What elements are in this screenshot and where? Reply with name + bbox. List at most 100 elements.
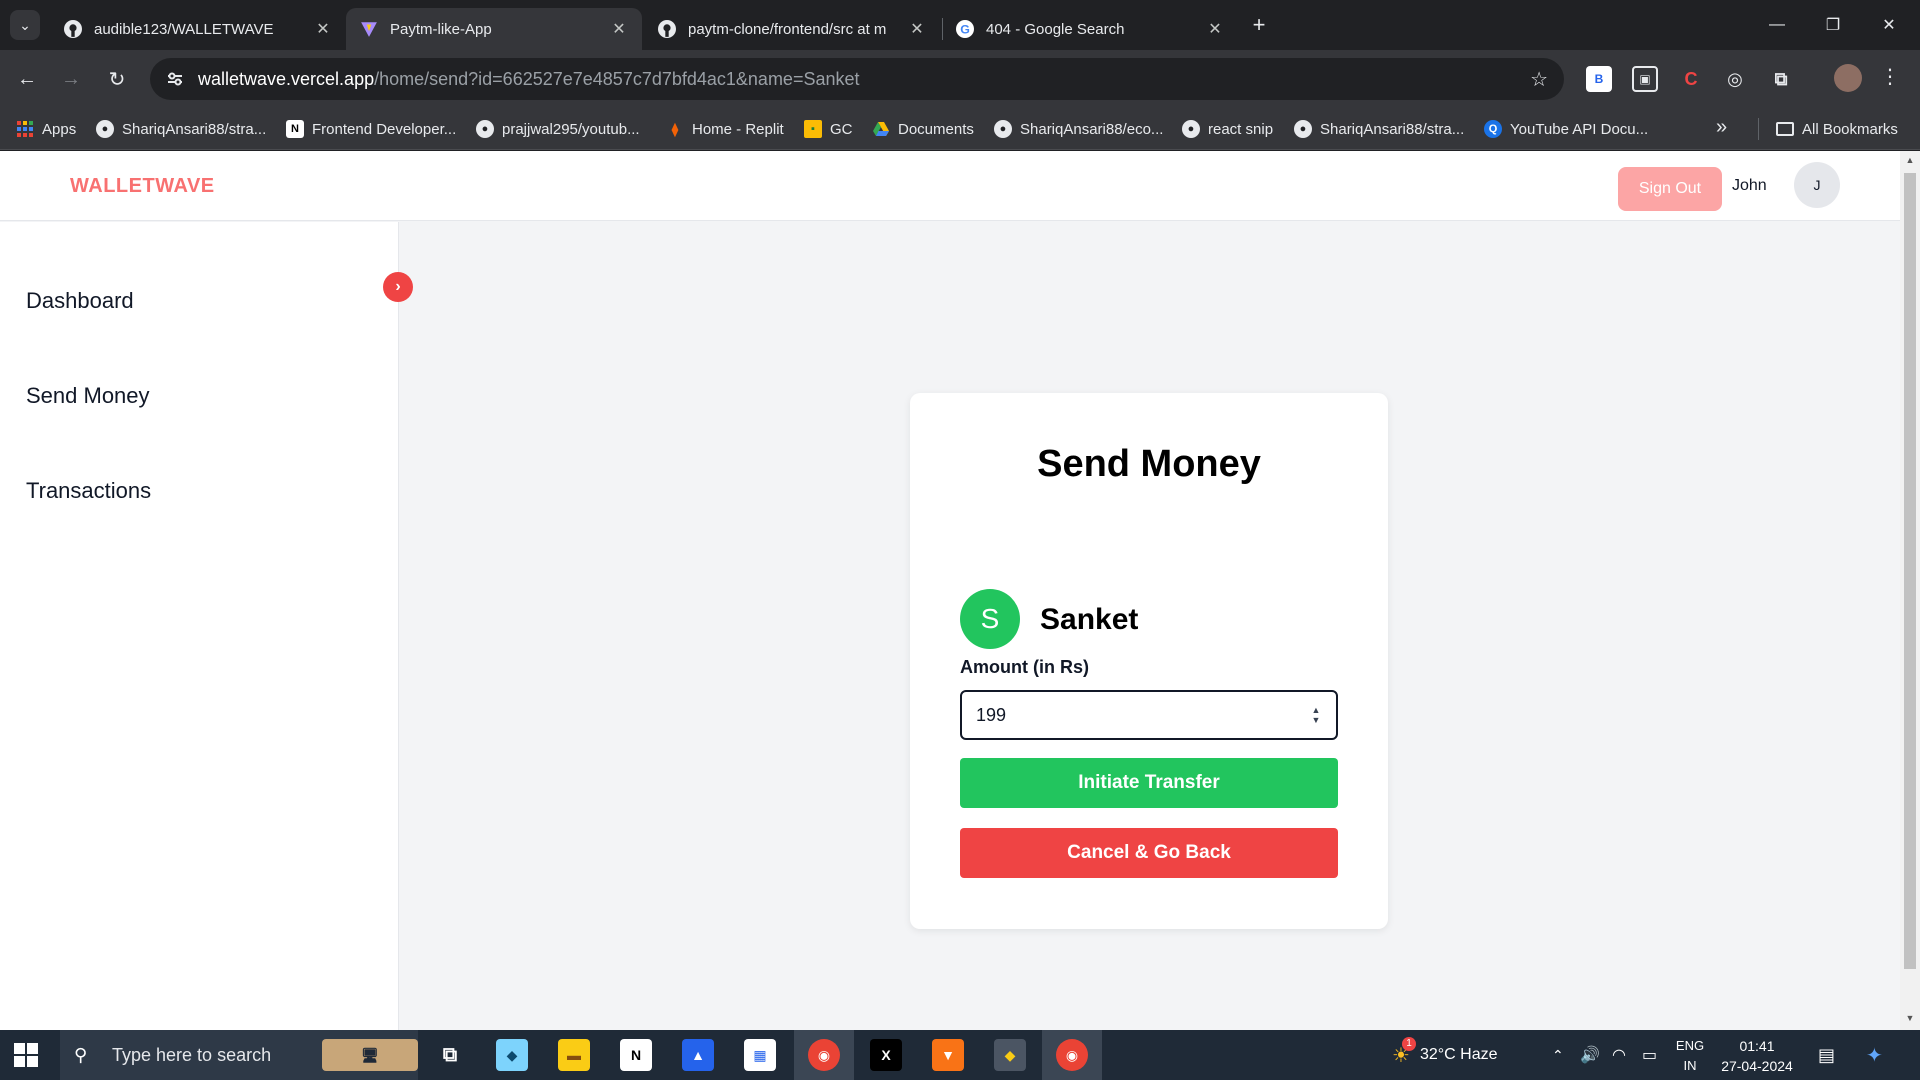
close-icon[interactable]: ✕: [610, 19, 628, 39]
bookmark-github-strapi[interactable]: ● ShariqAnsari88/stra...: [96, 108, 266, 150]
notifications-icon[interactable]: ▤: [1818, 1030, 1835, 1080]
bookmark-github-ecommerce[interactable]: ● ShariqAnsari88/eco...: [994, 108, 1163, 150]
bookmark-apps[interactable]: Apps: [16, 108, 76, 150]
sidebar-item-dashboard[interactable]: Dashboard: [26, 288, 134, 314]
tab-title: 404 - Google Search: [986, 20, 1125, 38]
recipient-name: Sanket: [1040, 603, 1139, 636]
chrome-icon[interactable]: ◉: [1056, 1039, 1088, 1071]
volume-icon[interactable]: 🔊: [1580, 1030, 1600, 1080]
bookmark-documents[interactable]: Documents: [872, 108, 974, 150]
task-view-icon[interactable]: ⧉: [434, 1039, 466, 1071]
notion-icon[interactable]: N: [620, 1039, 652, 1071]
bookmark-gc[interactable]: ▪ GC: [804, 108, 853, 150]
vite-icon: [360, 20, 378, 38]
app-icon[interactable]: ◆: [496, 1039, 528, 1071]
web-page: WALLETWAVE Sign Out John J Dashboard Sen…: [0, 151, 1920, 1030]
bookmark-github-strapi-2[interactable]: ● ShariqAnsari88/stra...: [1294, 108, 1464, 150]
search-icon: ⚲: [74, 1044, 88, 1065]
restore-button[interactable]: ❐: [1810, 8, 1856, 42]
clock-time: 01:41: [1739, 1038, 1775, 1054]
all-bookmarks[interactable]: All Bookmarks: [1776, 108, 1898, 150]
avatar[interactable]: J: [1794, 162, 1840, 208]
forward-button[interactable]: →: [54, 62, 88, 96]
scroll-up-icon[interactable]: ▲: [1904, 155, 1916, 165]
bookmark-star-icon[interactable]: ☆: [1530, 67, 1548, 92]
weather-widget[interactable]: ☀ 1 32°C Haze: [1392, 1030, 1497, 1080]
cancel-button[interactable]: Cancel & Go Back: [960, 828, 1338, 878]
sidebar-toggle-button[interactable]: ›: [383, 272, 413, 302]
url-path: /home/send?id=662527e7e4857c7d7bfd4ac1&n…: [374, 68, 860, 89]
sidebar-item-send-money[interactable]: Send Money: [26, 383, 150, 409]
x-twitter-icon[interactable]: X: [870, 1039, 902, 1071]
photos-icon[interactable]: ▲: [682, 1039, 714, 1071]
site-info-icon[interactable]: [164, 68, 186, 90]
arrow-left-icon: ←: [17, 67, 37, 90]
close-icon[interactable]: ✕: [1206, 19, 1224, 39]
tab-walletwave-repo[interactable]: audible123/WALLETWAVE ✕: [50, 8, 346, 50]
brave-icon[interactable]: ▼: [932, 1039, 964, 1071]
scrollbar-thumb[interactable]: [1904, 173, 1916, 969]
battery-icon[interactable]: ▭: [1642, 1030, 1657, 1080]
bitwarden-extension-icon[interactable]: B: [1586, 66, 1612, 92]
bookmark-react-snip[interactable]: ● react snip: [1182, 108, 1273, 150]
copilot-icon[interactable]: ✦: [1866, 1030, 1883, 1080]
tab-search-button[interactable]: ⌄: [10, 10, 40, 40]
number-spinner-icon[interactable]: ▲ ▼: [1310, 705, 1322, 725]
svg-text:G: G: [960, 23, 970, 37]
bookmark-github-youtube[interactable]: ● prajjwal295/youtub...: [476, 108, 640, 150]
back-button[interactable]: ←: [10, 62, 44, 96]
microsoft-store-icon[interactable]: ▦: [744, 1039, 776, 1071]
amount-input[interactable]: [960, 690, 1338, 740]
tab-paytm-like-app[interactable]: Paytm-like-App ✕: [346, 8, 642, 50]
git-icon[interactable]: ◆: [994, 1039, 1026, 1071]
bookmark-replit[interactable]: ⧫ Home - Replit: [666, 108, 784, 150]
chrome-icon[interactable]: ◉: [808, 1039, 840, 1071]
system-clock[interactable]: 01:41 27-04-2024: [1712, 1036, 1802, 1076]
bookmark-notion[interactable]: N Frontend Developer...: [286, 108, 456, 150]
chevron-up-icon[interactable]: ⌃: [1552, 1030, 1564, 1080]
windows-start-icon[interactable]: [14, 1043, 38, 1067]
target-extension-icon[interactable]: ◎: [1722, 66, 1748, 92]
github-icon: ●: [1294, 120, 1312, 138]
reload-button[interactable]: ↻: [100, 62, 134, 96]
language-indicator[interactable]: ENG IN: [1674, 1036, 1706, 1076]
bookmarks-divider: [1758, 118, 1759, 140]
github-icon: ●: [96, 120, 114, 138]
chrome-menu-icon[interactable]: ⋮: [1880, 64, 1900, 89]
initiate-transfer-button[interactable]: Initiate Transfer: [960, 758, 1338, 808]
page-scrollbar[interactable]: ▲ ▼: [1900, 151, 1920, 1030]
reload-icon: ↻: [108, 68, 126, 91]
close-icon[interactable]: ✕: [908, 19, 926, 39]
tab-google-search[interactable]: G 404 - Google Search ✕: [942, 8, 1238, 50]
picture-in-picture-extension-icon[interactable]: ▣: [1632, 66, 1658, 92]
colorzilla-extension-icon[interactable]: C: [1678, 66, 1704, 92]
search-placeholder: Type here to search: [112, 1044, 272, 1065]
search-highlight-icon[interactable]: 🖥: [322, 1039, 418, 1071]
sidebar-item-transactions[interactable]: Transactions: [26, 478, 151, 504]
chevron-double-right-icon[interactable]: »: [1716, 116, 1727, 139]
scroll-down-icon[interactable]: ▼: [1904, 1013, 1916, 1023]
brand-logo[interactable]: WALLETWAVE: [70, 175, 215, 198]
address-bar[interactable]: walletwave.vercel.app/home/send?id=66252…: [150, 58, 1564, 100]
sign-out-button[interactable]: Sign Out: [1618, 167, 1722, 211]
bookmark-label: Home - Replit: [692, 120, 784, 138]
all-bookmarks-label: All Bookmarks: [1802, 120, 1898, 138]
new-tab-button[interactable]: +: [1246, 12, 1272, 38]
tab-paytm-clone-src[interactable]: paytm-clone/frontend/src at m ✕: [644, 8, 940, 50]
replit-icon: ⧫: [671, 120, 679, 137]
github-icon: [658, 20, 676, 38]
bookmark-label: ShariqAnsari88/stra...: [1320, 120, 1465, 138]
bookmark-label: Documents: [898, 120, 974, 138]
recipient-avatar: S: [960, 589, 1020, 649]
close-window-button[interactable]: ✕: [1866, 8, 1912, 42]
chrome-profile-avatar[interactable]: [1834, 64, 1862, 92]
minimize-button[interactable]: —: [1754, 8, 1800, 42]
extensions-puzzle-icon[interactable]: ⧉: [1768, 66, 1794, 92]
chevron-down-icon: ⌄: [19, 16, 31, 33]
bookmark-youtube-api[interactable]: Q YouTube API Docu...: [1484, 108, 1648, 150]
arrow-right-icon: →: [61, 67, 81, 90]
bookmark-label: ShariqAnsari88/eco...: [1020, 120, 1164, 138]
wifi-icon[interactable]: ◠: [1612, 1030, 1626, 1080]
close-icon[interactable]: ✕: [314, 19, 332, 39]
file-explorer-icon[interactable]: ▬: [558, 1039, 590, 1071]
